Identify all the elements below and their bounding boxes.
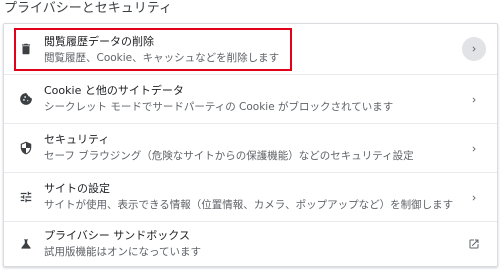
external-link-icon[interactable] xyxy=(468,238,480,250)
row-title: Cookie と他のサイトデータ xyxy=(44,84,184,97)
chevron-right-icon[interactable] xyxy=(469,193,479,203)
site-settings-row[interactable]: サイトの設定 サイトが使用、表示できる情報（位置情報、カメラ、ポップアップなど）… xyxy=(4,173,497,221)
cookie-icon xyxy=(19,92,33,106)
shield-icon xyxy=(19,141,33,155)
row-title: サイトの設定 xyxy=(44,182,110,195)
chevron-right-icon[interactable] xyxy=(462,37,486,61)
chevron-right-icon[interactable] xyxy=(469,95,479,105)
row-description: セーフ ブラウジング（危険なサイトからの保護機能）などのセキュリティ設定 xyxy=(44,150,414,162)
row-description: シークレット モードでサードパーティの Cookie がブロックされています xyxy=(44,101,394,113)
row-title: プライバシー サンドボックス xyxy=(44,229,190,242)
clear-browsing-data-row[interactable]: 閲覧履歴データの削除 閲覧履歴、Cookie、キャッシュなどを削除します xyxy=(4,24,497,74)
chevron-right-icon[interactable] xyxy=(469,144,479,154)
cookies-row[interactable]: Cookie と他のサイトデータ シークレット モードでサードパーティの Coo… xyxy=(4,75,497,123)
trash-icon xyxy=(19,42,33,56)
privacy-settings-card: 閲覧履歴データの削除 閲覧履歴、Cookie、キャッシュなどを削除します Coo… xyxy=(3,23,498,267)
row-description: サイトが使用、表示できる情報（位置情報、カメラ、ポップアップなど）を制御します xyxy=(44,199,454,211)
section-title: プライバシーとセキュリティ xyxy=(4,1,172,16)
row-description: 閲覧履歴、Cookie、キャッシュなどを削除します xyxy=(44,52,280,64)
security-row[interactable]: セキュリティ セーフ ブラウジング（危険なサイトからの保護機能）などのセキュリテ… xyxy=(4,124,497,172)
sliders-icon xyxy=(19,190,33,204)
row-title: セキュリティ xyxy=(44,133,110,146)
privacy-sandbox-row[interactable]: プライバシー サンドボックス 試用版機能はオンになっています xyxy=(4,222,497,266)
row-title: 閲覧履歴データの削除 xyxy=(44,35,154,48)
row-description: 試用版機能はオンになっています xyxy=(44,246,201,258)
flask-icon xyxy=(19,237,33,251)
